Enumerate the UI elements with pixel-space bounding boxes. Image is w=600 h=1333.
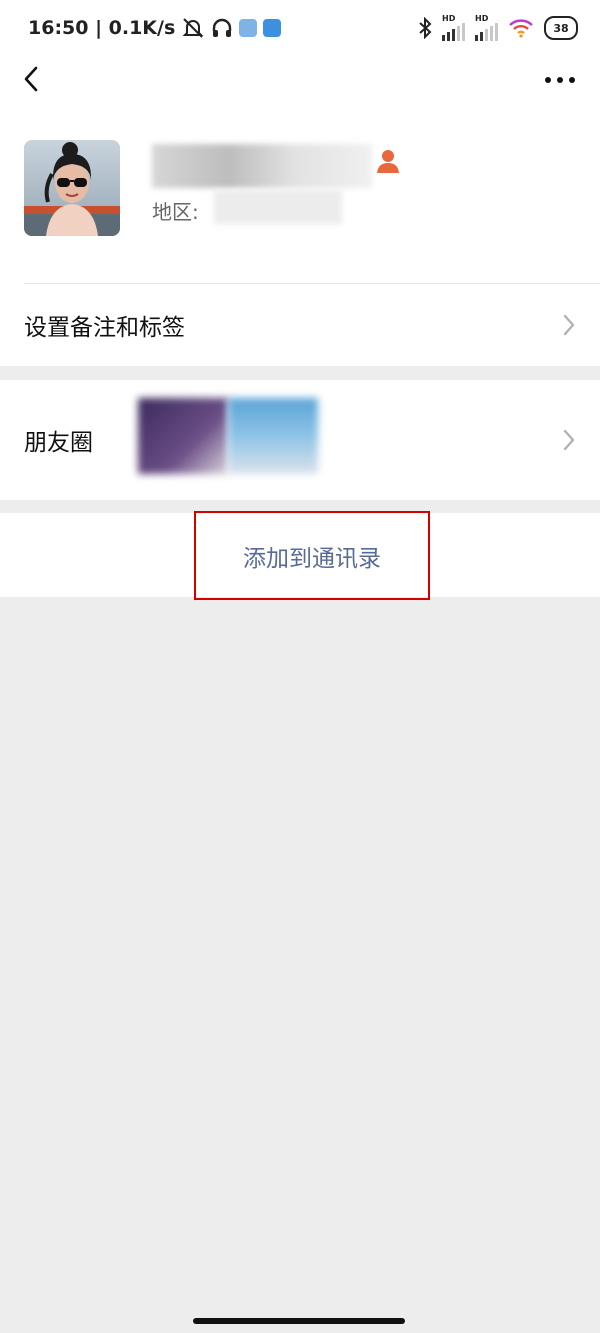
- hd-badge: HD: [442, 14, 456, 23]
- app-notification-icon: [239, 19, 258, 37]
- home-indicator[interactable]: [193, 1318, 405, 1324]
- headphones-icon: [213, 18, 232, 37]
- bluetooth-icon: [419, 17, 432, 39]
- video-app-notification-icon: [263, 19, 282, 37]
- region-value-blurred: [214, 190, 342, 224]
- hd-badge: HD: [475, 14, 489, 23]
- add-to-contacts-button[interactable]: 添加到通讯录: [194, 511, 430, 600]
- signal-2: HD: [475, 15, 498, 41]
- add-contact-row: 添加到通讯录: [0, 511, 600, 600]
- battery-icon: 38: [544, 16, 578, 40]
- moments-thumbnail: [138, 398, 228, 474]
- moments-thumbnails: [138, 398, 318, 478]
- contact-profile-page: 16:50 | 0.1K/s HD HD 38 地区: 设置备注和标签 朋友圈 …: [0, 0, 600, 1333]
- avatar-photo: [24, 140, 120, 236]
- contact-person-icon: [377, 150, 399, 173]
- mute-icon: [182, 18, 204, 38]
- navigation-bar: [0, 56, 600, 104]
- status-bar: 16:50 | 0.1K/s HD HD 38: [0, 0, 600, 56]
- profile-header: 地区:: [0, 104, 600, 284]
- battery-level: 38: [553, 21, 569, 35]
- chevron-right-icon: [563, 429, 575, 451]
- moments-label: 朋友圈: [24, 430, 93, 456]
- avatar[interactable]: [24, 140, 120, 236]
- set-remarks-tags-row[interactable]: 设置备注和标签: [0, 284, 600, 366]
- signal-1: HD: [442, 15, 465, 41]
- chevron-right-icon: [563, 314, 575, 336]
- wifi-icon: [509, 19, 533, 38]
- region-label: 地区:: [152, 200, 199, 224]
- status-time-speed: 16:50 | 0.1K/s: [28, 17, 176, 39]
- chevron-left-icon[interactable]: [18, 64, 48, 94]
- moments-thumbnail: [228, 398, 318, 474]
- nickname-blurred: [152, 144, 372, 188]
- more-dots-icon[interactable]: [542, 68, 578, 92]
- remarks-tags-label: 设置备注和标签: [24, 315, 185, 341]
- moments-row[interactable]: 朋友圈: [0, 380, 600, 500]
